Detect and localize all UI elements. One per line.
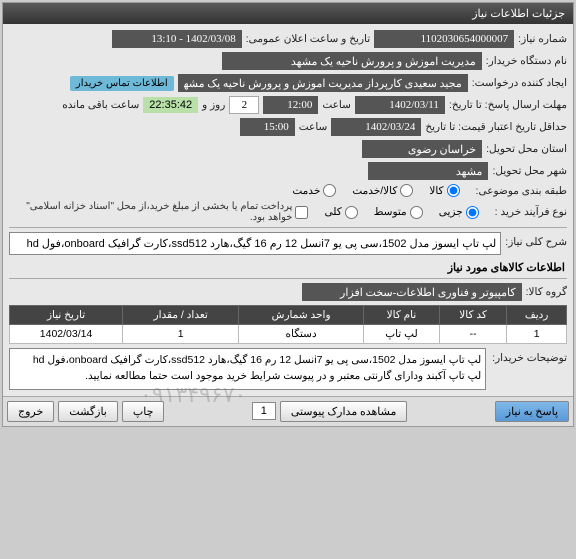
need-number-field [374,30,514,48]
province-label: استان محل تحویل: [486,143,567,155]
province-field [362,140,482,158]
validity-label: حداقل تاریخ اعتبار قیمت: تا تاریخ [425,121,567,133]
goods-section-title: اطلاعات کالاهای مورد نیاز [11,261,565,274]
validity-date-field [331,118,421,136]
table-row[interactable]: 1 -- لپ تاپ دستگاه 1 1402/03/14 [10,325,567,344]
need-desc-text: لپ تاپ ایسوز مدل 1502،سی پی یو i7نسل 12 … [9,232,501,255]
category-option-goods[interactable]: کالا [429,184,459,197]
treasury-checkbox[interactable]: پرداخت تمام یا بخشی از مبلغ خرید،از محل … [9,201,308,223]
contact-info-link[interactable]: اطلاعات تماس خریدار [70,76,174,91]
need-desc-label: شرح کلی نیاز: [505,232,567,248]
buyer-notes-text: لپ تاپ ایسوز مدل 1502،سی پی یو i7نسل 12 … [9,348,486,390]
category-label: طبقه بندی موضوعی: [476,185,567,197]
buyer-notes-label: توضیحات خریدار: [492,348,567,364]
goods-group-field [302,283,522,301]
remaining-label: ساعت باقی مانده [62,99,139,111]
col-code: کد کالا [439,306,506,325]
validity-time-field [240,118,295,136]
exit-button[interactable]: خروج [7,401,54,422]
back-button[interactable]: بازگشت [58,401,118,422]
goods-group-label: گروه کالا: [526,286,567,298]
view-attachments-button[interactable]: مشاهده مدارک پیوستی [280,401,408,422]
respond-button[interactable]: پاسخ به نیاز [495,401,569,422]
deadline-time-field [263,96,318,114]
print-button[interactable]: چاپ [122,401,165,422]
days-field [229,96,259,114]
announce-field [112,30,242,48]
goods-table: ردیف کد کالا نام کالا واحد شمارش تعداد /… [9,305,567,344]
col-qty: تعداد / مقدار [123,306,239,325]
purchase-type-major[interactable]: کلی [324,206,357,219]
deadline-date-field [355,96,445,114]
purchase-type-minor[interactable]: جزیی [439,206,479,219]
announce-label: تاریخ و ساعت اعلان عمومی: [246,33,370,45]
need-number-label: شماره نیاز: [518,33,567,45]
col-date: تاریخ نیاز [10,306,123,325]
buyer-org-label: نام دستگاه خریدار: [486,55,567,67]
countdown-timer: 22:35:42 [143,97,198,113]
time-label-2: ساعت [299,121,328,133]
panel-title: جزئیات اطلاعات نیاز [3,3,573,24]
category-option-goods-service[interactable]: کالا/خدمت [352,184,413,197]
city-field [368,162,488,180]
category-option-service[interactable]: خدمت [292,184,336,197]
time-label-1: ساعت [322,99,351,111]
attachment-page-number: 1 [252,402,276,420]
purchase-type-label: نوع فرآیند خرید : [495,206,567,218]
col-name: نام کالا [363,306,439,325]
deadline-label: مهلت ارسال پاسخ: تا تاریخ: [449,99,567,111]
buyer-org-field [222,52,482,70]
days-label: روز و [202,99,225,111]
col-idx: ردیف [507,306,567,325]
purchase-type-medium[interactable]: متوسط [374,206,423,219]
creator-label: ایجاد کننده درخواست: [472,77,567,89]
city-label: شهر محل تحویل: [492,165,567,177]
creator-field [178,74,468,92]
footer-toolbar: پاسخ به نیاز مشاهده مدارک پیوستی 1 چاپ ب… [3,396,573,426]
col-unit: واحد شمارش [239,306,364,325]
